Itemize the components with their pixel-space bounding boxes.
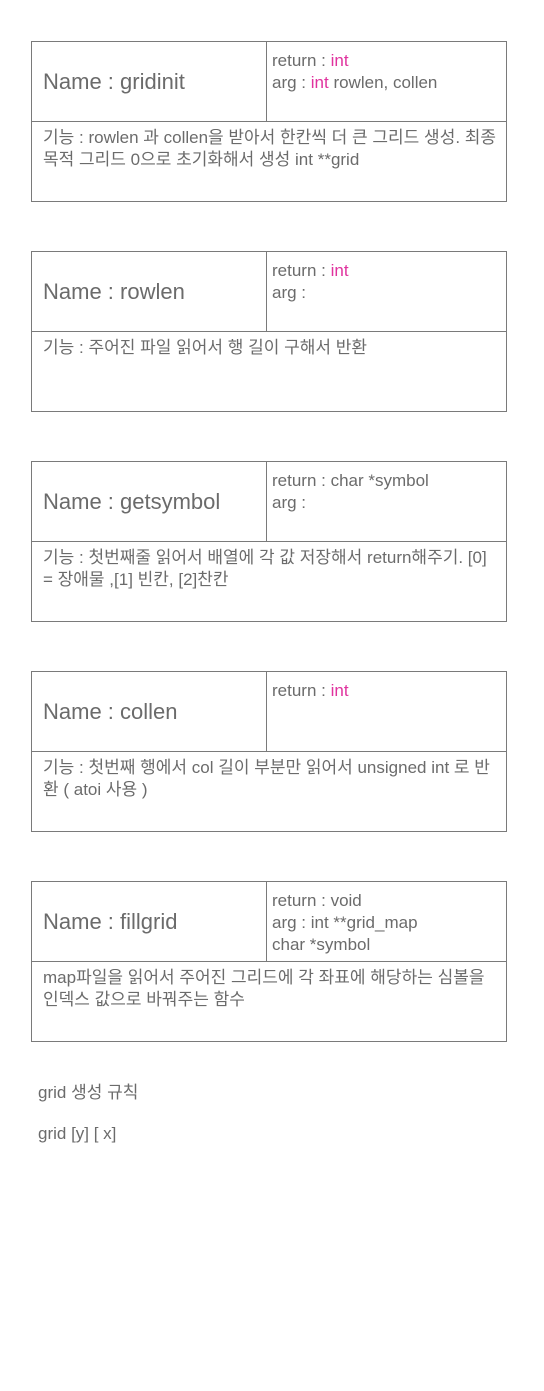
card-header: Name : getsymbol return : char *symbol a… [32,462,506,542]
function-name: Name : getsymbol [32,462,267,541]
function-name: Name : rowlen [32,252,267,331]
arg-line: arg : int rowlen, collen [272,73,438,92]
function-card-gridinit: Name : gridinit return : int arg : int r… [31,41,507,202]
function-signature: return : int arg : int rowlen, collen [272,50,502,94]
card-header: Name : collen return : int [32,672,506,752]
return-line: return : int [272,51,349,70]
return-type: int [330,261,349,280]
function-signature: return : void arg : int **grid_map char … [272,890,502,956]
return-type: int [330,51,349,70]
function-description: map파일을 읽어서 주어진 그리드에 각 좌표에 해당하는 심볼을 인덱스 값… [43,968,485,1009]
card-header: Name : gridinit return : int arg : int r… [32,42,506,122]
return-line: return : void [272,891,362,910]
function-signature: return : int [272,680,502,702]
function-name: Name : collen [32,672,267,751]
grid-index-note: grid [y] [ x] [38,1124,117,1143]
return-type: int [330,681,349,700]
return-line: return : int [272,261,349,280]
arg-line: arg : [272,283,307,302]
arg-line-2: char *symbol [272,935,371,954]
function-description: 기능 : rowlen 과 collen을 받아서 한칸씩 더 큰 그리드 생성… [43,128,497,169]
return-line: return : int [272,681,349,700]
card-header: Name : fillgrid return : void arg : int … [32,882,506,962]
function-description: 기능 : 주어진 파일 읽어서 행 길이 구해서 반환 [43,338,368,357]
grid-rule-title: grid 생성 규칙 [38,1083,139,1102]
arg-line: arg : int **grid_map [272,913,418,932]
function-card-collen: Name : collen return : int 기능 : 첫번째 행에서 … [31,671,507,832]
function-card-rowlen: Name : rowlen return : int arg : 기능 : 주어… [31,251,507,412]
function-signature: return : int arg : [272,260,502,304]
function-card-fillgrid: Name : fillgrid return : void arg : int … [31,881,507,1042]
function-name: Name : gridinit [32,42,267,121]
function-name: Name : fillgrid [32,882,267,961]
function-signature: return : char *symbol arg : [272,470,502,514]
function-description: 기능 : 첫번째줄 읽어서 배열에 각 값 저장해서 return해주기. [0… [43,548,487,589]
arg-line: arg : [272,493,307,512]
return-line: return : char *symbol [272,471,429,490]
function-description: 기능 : 첫번째 행에서 col 길이 부분만 읽어서 unsigned int… [43,758,490,799]
arg-type: int [310,73,329,92]
card-header: Name : rowlen return : int arg : [32,252,506,332]
function-card-getsymbol: Name : getsymbol return : char *symbol a… [31,461,507,622]
